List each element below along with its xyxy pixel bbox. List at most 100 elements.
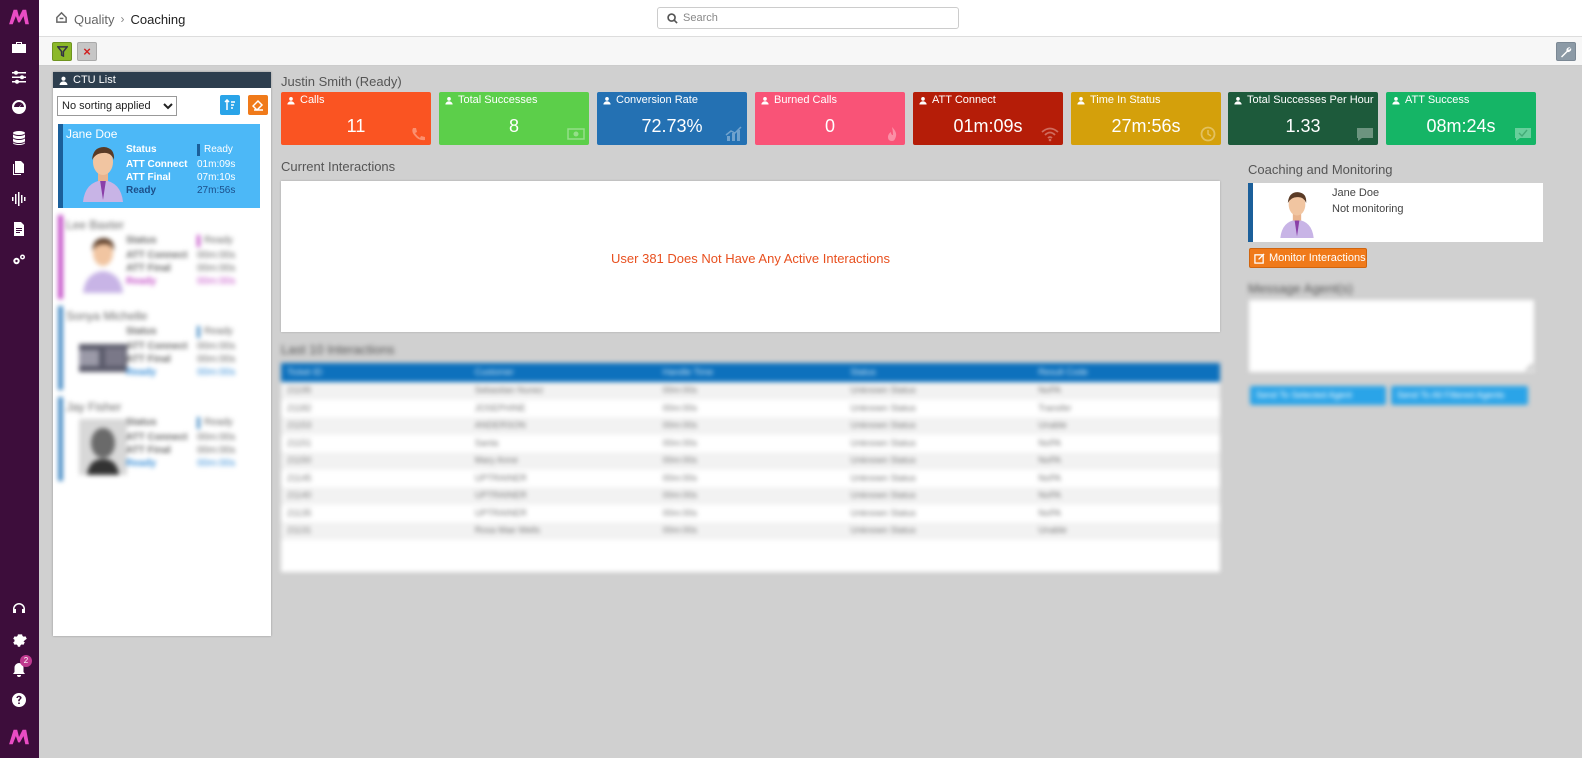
status-label: Status <box>126 144 157 155</box>
table-cell: UPTRAINER <box>474 490 527 500</box>
send-selected-button[interactable]: Send To Selected Agent <box>1250 386 1386 405</box>
kpi-label: Time In Status <box>1077 94 1161 106</box>
table-cell: Unknown Status <box>850 455 916 465</box>
table-cell: NoPA <box>1038 507 1062 518</box>
report-icon[interactable] <box>8 218 30 240</box>
att-final-value: 00m:00s <box>197 445 236 456</box>
coached-agent-avatar <box>1280 192 1314 238</box>
audio-waveform-icon[interactable] <box>8 188 30 210</box>
monitor-interactions-button[interactable]: Monitor Interactions <box>1249 248 1367 268</box>
kpi-label: Calls <box>287 94 324 106</box>
breadcrumb-quality[interactable]: Quality <box>74 12 114 27</box>
agent-avatar <box>79 344 127 372</box>
table-cell: 00m:00s <box>662 385 698 395</box>
sort-order-button[interactable] <box>220 95 240 115</box>
table-cell: Unable <box>1038 525 1067 535</box>
last-interactions-table: Ticket ID Customer Handle Time Status Re… <box>281 363 1220 572</box>
global-search <box>657 7 959 29</box>
agent-avatar <box>83 147 123 202</box>
sliders-icon[interactable] <box>8 66 30 88</box>
kpi-label-text: ATT Success <box>1405 94 1470 106</box>
table-row[interactable]: 21195 Sebastian Nunez 00m:00s Unknown Statu… <box>281 382 1220 400</box>
filter-button[interactable] <box>52 42 72 61</box>
state-label: Ready <box>126 367 157 378</box>
agent-card[interactable]: Sonya Michelle Status Ready ATT Connect … <box>58 306 260 390</box>
table-cell: Unable <box>1038 420 1067 430</box>
table-cell: 00m:00s <box>662 455 698 465</box>
att-connect-value: 00m:00s <box>197 341 236 352</box>
table-cell: 00m:00s <box>662 402 698 413</box>
kpi-card-att-connect: ATT Connect 01m:09s <box>913 92 1063 145</box>
status-value: Ready <box>204 235 233 246</box>
status-indicator-bar <box>197 235 200 247</box>
clear-filter-button[interactable]: × <box>77 42 97 61</box>
eraser-icon <box>252 99 264 111</box>
column-header[interactable]: Ticket ID <box>281 363 469 382</box>
logo-icon[interactable] <box>8 6 30 28</box>
notifications-bell-icon[interactable]: 2 <box>8 655 32 681</box>
column-header[interactable]: Handle Time <box>657 363 845 382</box>
send-all-button[interactable]: Send To All Filtered Agents <box>1391 386 1528 405</box>
reset-sort-button[interactable] <box>248 95 268 115</box>
table-cell: 21195 <box>287 385 312 395</box>
kpi-card-conversion-rate: Conversion Rate 72.73% <box>597 92 747 145</box>
breadcrumb: Quality › Coaching <box>55 11 185 27</box>
table-cell: NoPA <box>1038 472 1062 483</box>
user-icon <box>919 96 927 104</box>
monitor-status: Not monitoring <box>1332 203 1404 215</box>
filter-icon <box>56 46 68 57</box>
gear-icon[interactable] <box>8 628 30 650</box>
table-cell: 21135 <box>287 507 312 518</box>
chat-icon <box>1356 126 1374 142</box>
agent-card-selected[interactable]: Jane Doe Status Ready ATT Connect 01m:09… <box>58 124 260 208</box>
sort-select[interactable]: No sorting applied <box>57 96 177 116</box>
documents-icon[interactable] <box>8 157 30 179</box>
kpi-label-text: Conversion Rate <box>616 94 698 106</box>
table-cell: JOSEPHINE <box>474 402 526 413</box>
kpi-label: ATT Success <box>1392 94 1469 106</box>
search-input[interactable] <box>683 10 953 26</box>
table-cell: UPTRAINER <box>474 507 527 518</box>
status-value: Ready <box>204 144 233 155</box>
tools-button[interactable] <box>1556 42 1576 61</box>
database-icon[interactable] <box>8 127 30 149</box>
table-row[interactable]: 21140 UPTRAINER 00m:00s Unknown Status NoPA <box>281 487 1220 505</box>
table-row[interactable]: 21135 UPTRAINER 00m:00s Unknown Status NoPA <box>281 505 1220 523</box>
status-indicator-bar <box>197 144 200 156</box>
settings-gears-icon[interactable] <box>8 249 30 271</box>
table-cell: Unknown Status <box>850 385 916 395</box>
column-header[interactable]: Result Code <box>1032 363 1220 382</box>
dashboard-gauge-icon[interactable] <box>8 96 30 118</box>
table-cell: 00m:00s <box>662 420 698 430</box>
table-row[interactable]: 21150 Mary Anne 00m:00s Unknown Status NoPA <box>281 452 1220 470</box>
table-row[interactable]: 21131 Rosa Mae Wells 00m:00s Unknown Status… <box>281 522 1220 540</box>
message-agents-title: Message Agent(s) <box>1248 281 1353 296</box>
monitor-interactions-label: Monitor Interactions <box>1269 252 1366 264</box>
table-row[interactable]: 21151 Santa 00m:00s Unknown Status NoPA <box>281 435 1220 453</box>
kpi-card-total-successes: Total Successes 8 <box>439 92 589 145</box>
briefcase-icon[interactable] <box>8 36 30 58</box>
status-indicator-bar <box>197 326 200 338</box>
agent-card[interactable]: Lee Baxter Status Ready ATT Connect 00m:… <box>58 215 260 299</box>
headset-icon[interactable] <box>8 598 30 620</box>
help-icon[interactable] <box>8 689 30 711</box>
user-icon <box>1392 96 1400 104</box>
table-row[interactable]: 21153 ANDERSON 00m:00s Unknown Status Unable <box>281 417 1220 435</box>
status-label: Status <box>126 417 157 428</box>
agent-name: Sonya Michelle <box>66 309 148 323</box>
table-row[interactable]: 21182 JOSEPHINE 00m:00s Unknown Status Trans… <box>281 400 1220 418</box>
table-row[interactable]: 21145 UPTRAINER 00m:00s Unknown Status NoPA <box>281 470 1220 488</box>
kpi-card-total-successes-per-hour: Total Successes Per Hour 1.33 <box>1228 92 1378 145</box>
state-label: Ready <box>126 185 157 196</box>
column-header[interactable]: Status <box>844 363 1032 382</box>
kpi-label: Total Successes <box>445 94 537 106</box>
message-textarea[interactable] <box>1248 299 1535 373</box>
back-home-icon[interactable] <box>55 11 68 27</box>
att-final-value: 00m:00s <box>197 263 236 274</box>
fire-icon <box>883 126 901 142</box>
column-header[interactable]: Customer <box>469 363 657 382</box>
sort-icon <box>224 99 235 110</box>
agent-card[interactable]: Jay Fisher Status Ready ATT Connect 00m:… <box>58 397 260 481</box>
kpi-label-text: Calls <box>300 94 325 106</box>
table-cell: Unknown Status <box>850 420 916 430</box>
